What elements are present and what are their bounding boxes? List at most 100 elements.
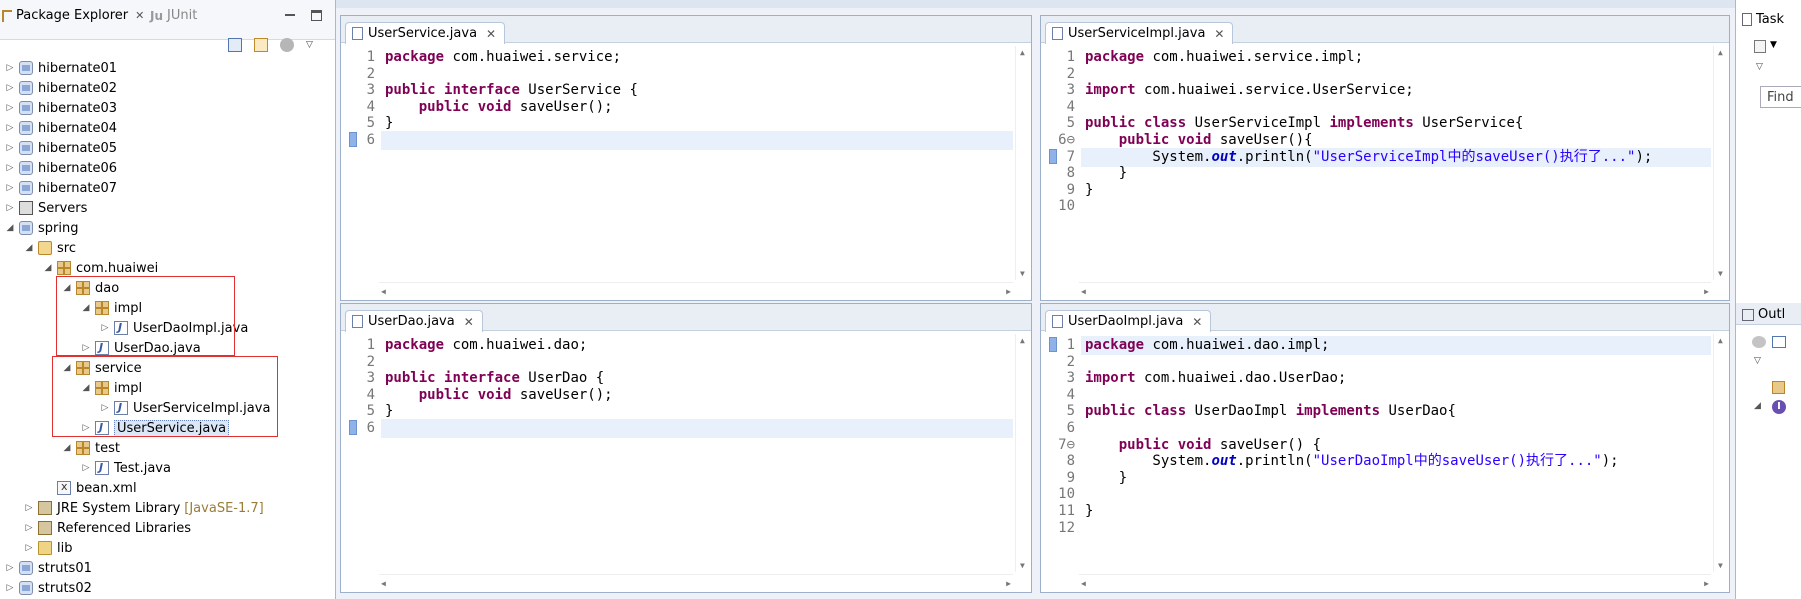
minimize-icon[interactable] (285, 14, 295, 16)
scroll-down-icon[interactable]: ▼ (1718, 269, 1723, 278)
expanded-arrow-icon[interactable]: ◢ (61, 443, 73, 453)
expanded-arrow-icon[interactable]: ◢ (42, 263, 54, 273)
editor-tab-label: UserServiceImpl.java (1068, 26, 1206, 41)
tree-item[interactable]: ◢ src (23, 238, 76, 258)
outline-label: Outl (1758, 307, 1786, 322)
collapsed-arrow-icon[interactable]: ▷ (4, 563, 16, 573)
scroll-left-icon[interactable]: ◀ (1081, 579, 1086, 588)
package-explorer-icon (2, 9, 12, 22)
code-token: void (1177, 132, 1212, 148)
tree-item[interactable]: ◢ com.huaiwei (42, 258, 159, 278)
scroll-right-icon[interactable]: ▶ (1704, 579, 1709, 588)
scroll-left-icon[interactable]: ◀ (1081, 287, 1086, 296)
horizontal-scrollbar[interactable]: ◀ ▶ (1079, 282, 1711, 300)
tab-junit[interactable]: Ju JUnit (150, 8, 197, 23)
new-task-icon[interactable] (1754, 40, 1766, 53)
close-icon[interactable]: ✕ (464, 315, 474, 329)
collapsed-arrow-icon[interactable]: ▷ (4, 123, 16, 133)
tree-item[interactable]: ▷ hibernate06 (4, 158, 118, 178)
code-area[interactable]: 1 2 3 4 5 6 package com.huaiwei.service; public… (341, 46, 1031, 300)
tree-item[interactable]: ▷ hibernate01 (4, 58, 118, 78)
vertical-scrollbar[interactable]: ▲ ▼ (1015, 46, 1031, 280)
scroll-up-icon[interactable]: ▲ (1020, 336, 1025, 345)
collapsed-arrow-icon[interactable]: ▷ (4, 143, 16, 153)
collapse-icon[interactable]: ▽ (1756, 62, 1763, 72)
collapsed-arrow-icon[interactable]: ▷ (4, 203, 16, 213)
tree-item[interactable]: ▷ hibernate04 (4, 118, 118, 138)
tree-item[interactable]: ▷ Test.java (80, 458, 171, 478)
outline-expand-icon[interactable]: ◢ (1754, 401, 1761, 411)
collapsed-arrow-icon[interactable]: ▷ (4, 183, 16, 193)
tree-item[interactable]: ▷ JRE System Library [JavaSE-1.7] (23, 498, 264, 518)
outline-toolbar-icon[interactable] (1752, 336, 1766, 348)
scroll-left-icon[interactable]: ◀ (381, 287, 386, 296)
scroll-right-icon[interactable]: ▶ (1704, 287, 1709, 296)
tree-item[interactable]: ▷ hibernate03 (4, 98, 118, 118)
scroll-right-icon[interactable]: ▶ (1006, 579, 1011, 588)
collapsed-arrow-icon[interactable]: ▷ (23, 523, 35, 533)
collapsed-arrow-icon[interactable]: ▷ (23, 503, 35, 513)
collapsed-arrow-icon[interactable]: ▷ (4, 583, 16, 593)
scroll-right-icon[interactable]: ▶ (1006, 287, 1011, 296)
outline-collapse-icon[interactable]: ▽ (1754, 356, 1761, 366)
horizontal-scrollbar[interactable]: ◀ ▶ (379, 574, 1013, 592)
scroll-down-icon[interactable]: ▼ (1020, 269, 1025, 278)
link-with-editor-icon[interactable] (254, 38, 268, 52)
scroll-down-icon[interactable]: ▼ (1718, 561, 1723, 570)
collapsed-arrow-icon[interactable]: ▷ (4, 83, 16, 93)
find-field[interactable]: Find (1760, 86, 1801, 108)
vertical-scrollbar[interactable]: ▲ ▼ (1015, 334, 1031, 572)
vertical-scrollbar[interactable]: ▲ ▼ (1713, 334, 1729, 572)
expanded-arrow-icon[interactable]: ◢ (4, 223, 16, 233)
code-area[interactable]: 1 2 3 4 5 6 package com.huaiwei.dao; public int… (341, 334, 1031, 592)
right-side-panel: Task ▼ ▽ Find Outl ▽ ◢ I (1735, 0, 1801, 599)
collapsed-arrow-icon[interactable]: ▷ (4, 103, 16, 113)
editor-tab[interactable]: UserService.java ✕ (345, 22, 506, 44)
collapsed-arrow-icon[interactable]: ▷ (4, 63, 16, 73)
close-icon[interactable]: ✕ (135, 9, 144, 22)
scroll-left-icon[interactable]: ◀ (381, 579, 386, 588)
scroll-up-icon[interactable]: ▲ (1718, 48, 1723, 57)
scroll-up-icon[interactable]: ▲ (1020, 48, 1025, 57)
close-icon[interactable]: ✕ (1214, 27, 1224, 41)
tab-package-explorer[interactable]: Package Explorer ✕ (2, 8, 144, 23)
tree-item[interactable]: ▷ hibernate02 (4, 78, 118, 98)
collapse-all-icon[interactable] (228, 38, 242, 52)
tree-item[interactable]: ▷ struts02 (4, 578, 92, 598)
scroll-up-icon[interactable]: ▲ (1718, 336, 1723, 345)
collapsed-arrow-icon[interactable]: ▷ (80, 463, 92, 473)
view-menu-icon[interactable]: ▽ (306, 38, 313, 52)
tree-item[interactable]: ▷ Servers (4, 198, 88, 218)
tree-item[interactable]: ◢ spring (4, 218, 79, 238)
task-list-header[interactable]: Task (1742, 12, 1784, 27)
tree-item[interactable]: bean.xml (42, 478, 137, 498)
outline-header[interactable]: Outl (1742, 307, 1785, 322)
tree-item[interactable]: ◢ test (61, 438, 120, 458)
code-area[interactable]: 1 2 3 4 5 6⊖ 7 8 9 10 package com.huaiwei.service.… (1041, 46, 1729, 300)
scroll-down-icon[interactable]: ▼ (1020, 561, 1025, 570)
editor-tab[interactable]: UserServiceImpl.java ✕ (1045, 22, 1234, 44)
outline-toolbar-icon-2[interactable] (1772, 336, 1786, 348)
code-area[interactable]: 1 2 3 4 5 6 7⊖ 8 9 10 11 12 package com.huaiwei.dao.… (1041, 334, 1729, 592)
tree-item[interactable]: ▷ Referenced Libraries (23, 518, 191, 538)
collapsed-arrow-icon[interactable]: ▷ (4, 163, 16, 173)
close-icon[interactable]: ✕ (486, 27, 496, 41)
close-icon[interactable]: ✕ (1192, 315, 1202, 329)
tree-item[interactable]: ▷ lib (23, 538, 73, 558)
filter-icon[interactable] (280, 38, 294, 52)
vertical-scrollbar[interactable]: ▲ ▼ (1713, 46, 1729, 280)
tree-item[interactable]: ▷ hibernate07 (4, 178, 118, 198)
horizontal-scrollbar[interactable]: ◀ ▶ (379, 282, 1013, 300)
collapsed-arrow-icon[interactable]: ▷ (23, 543, 35, 553)
editor-tab[interactable]: UserDao.java ✕ (345, 310, 483, 332)
tree-item[interactable]: ▷ hibernate05 (4, 138, 118, 158)
dropdown-icon[interactable]: ▼ (1770, 40, 1777, 50)
tree-item[interactable]: ▷ struts01 (4, 558, 92, 578)
horizontal-scrollbar[interactable]: ◀ ▶ (1079, 574, 1711, 592)
maximize-icon[interactable] (311, 10, 322, 21)
code-line (381, 131, 1013, 150)
expanded-arrow-icon[interactable]: ◢ (23, 243, 35, 253)
editor-tab[interactable]: UserDaoImpl.java ✕ (1045, 310, 1212, 332)
